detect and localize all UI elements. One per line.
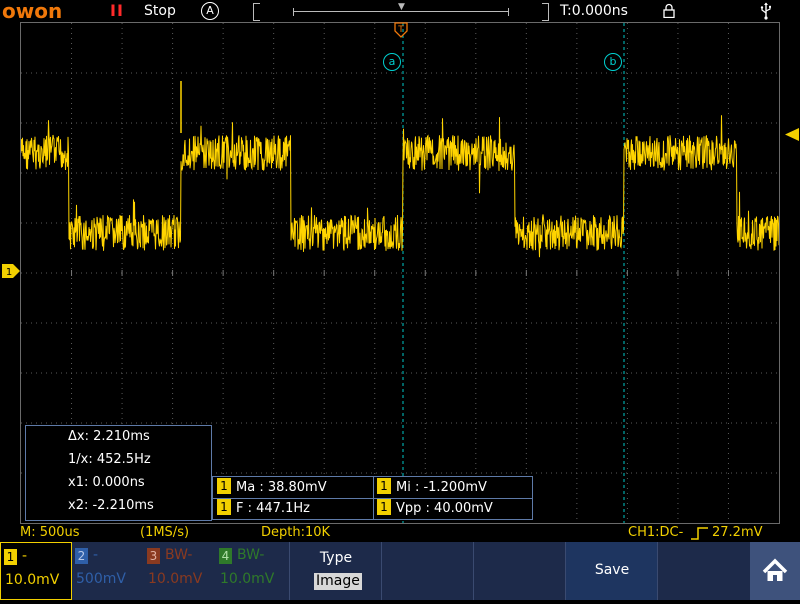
cursor-a-marker[interactable]: a: [383, 53, 401, 71]
brand-logo: owon: [2, 0, 63, 23]
timebase-readout: M: 500us: [20, 525, 80, 540]
menu-type-value: Image: [314, 573, 362, 590]
trigger-time-readout: T:0.000ns: [560, 3, 628, 19]
channel3-volts-div: 10.0mV: [148, 571, 203, 587]
menu-type-button[interactable]: Type Image: [289, 542, 381, 600]
rising-edge-icon: [691, 527, 708, 540]
channel-tag: 1: [377, 478, 391, 494]
channel3-bandwidth: BW-: [165, 547, 193, 563]
cursor-x2: x2: -2.210ms: [68, 498, 154, 513]
usb-icon: [760, 2, 771, 20]
measure-frequency: 1F : 447.1Hz: [217, 499, 310, 519]
svg-text:1: 1: [6, 267, 12, 278]
channel-tag: 1: [217, 478, 231, 494]
channel1-number: 1: [4, 549, 17, 565]
channel2-volts-div: 500mV: [76, 571, 126, 587]
trigger-mode-icon[interactable]: A: [201, 2, 219, 20]
channel-tag: 1: [217, 499, 231, 515]
bottom-menu-bar: 1 - 10.0mV 2 - 500mV 3 BW- 10.0mV 4 BW- …: [0, 542, 800, 600]
menu-empty-slot-2[interactable]: [473, 542, 565, 600]
channel3-button[interactable]: 3 BW- 10.0mV: [144, 542, 216, 600]
cursor-delta-x: Δx: 2.210ms: [68, 429, 150, 444]
status-line: M: 500us (1MS/s) Depth:10K CH1:DC- 27.2m…: [0, 524, 800, 542]
trigger-level-marker[interactable]: [784, 128, 800, 142]
channel1-offset-marker[interactable]: 1: [1, 264, 21, 278]
memory-position-bar[interactable]: ▼: [253, 2, 549, 21]
home-button[interactable]: [750, 542, 800, 600]
cursor-readout-panel: Δx: 2.210ms 1/x: 452.5Hz x1: 0.000ns x2:…: [25, 425, 212, 521]
measurement-panel: 1 Ma : 38.80mV 1 Mi : -1.200mV 1F : 447.1H…: [212, 476, 533, 520]
save-button[interactable]: Save: [565, 542, 657, 600]
trigger-level-readout: 27.2mV: [712, 525, 763, 540]
channel1-waveform: [21, 115, 779, 258]
channel4-button[interactable]: 4 BW- 10.0mV: [216, 542, 288, 600]
trigger-position-marker[interactable]: T: [394, 22, 408, 38]
cursor-b-marker[interactable]: b: [604, 53, 622, 71]
trigger-source-readout: CH1:DC-: [628, 525, 684, 540]
lock-icon: [663, 3, 675, 18]
channel1-button[interactable]: 1 - 10.0mV: [0, 542, 72, 600]
measure-max: 1 Ma : 38.80mV: [217, 478, 327, 498]
channel4-bandwidth: BW-: [237, 547, 265, 563]
save-label: Save: [594, 562, 630, 578]
menu-empty-slot-1[interactable]: [381, 542, 473, 600]
channel3-number: 3: [147, 548, 160, 564]
top-status-bar: owon II Stop A ▼ T:0.000ns: [0, 0, 800, 22]
measure-vpp: 1 Vpp : 40.00mV: [377, 499, 493, 519]
channel1-bandwidth: -: [22, 548, 28, 564]
memory-depth-readout: Depth:10K: [261, 525, 331, 540]
cursor-inverse-delta: 1/x: 452.5Hz: [68, 452, 151, 467]
sample-rate-readout: (1MS/s): [140, 525, 190, 540]
cursor-x1: x1: 0.000ns: [68, 475, 145, 490]
channel2-number: 2: [75, 548, 88, 564]
menu-empty-slot-3[interactable]: [657, 542, 750, 600]
svg-text:T: T: [397, 25, 404, 35]
channel2-button[interactable]: 2 - 500mV: [72, 542, 144, 600]
run-state-label[interactable]: Stop: [144, 2, 176, 20]
measure-min: 1 Mi : -1.200mV: [377, 478, 487, 498]
channel4-volts-div: 10.0mV: [220, 571, 275, 587]
position-caret-icon: ▼: [398, 2, 405, 12]
home-icon: [762, 558, 788, 581]
pause-icon[interactable]: II: [110, 1, 124, 21]
channel-tag: 1: [377, 499, 391, 515]
channel4-number: 4: [219, 548, 232, 564]
channel2-bandwidth: -: [93, 547, 99, 563]
menu-type-label: Type: [319, 550, 353, 566]
channel1-volts-div: 10.0mV: [5, 572, 60, 588]
